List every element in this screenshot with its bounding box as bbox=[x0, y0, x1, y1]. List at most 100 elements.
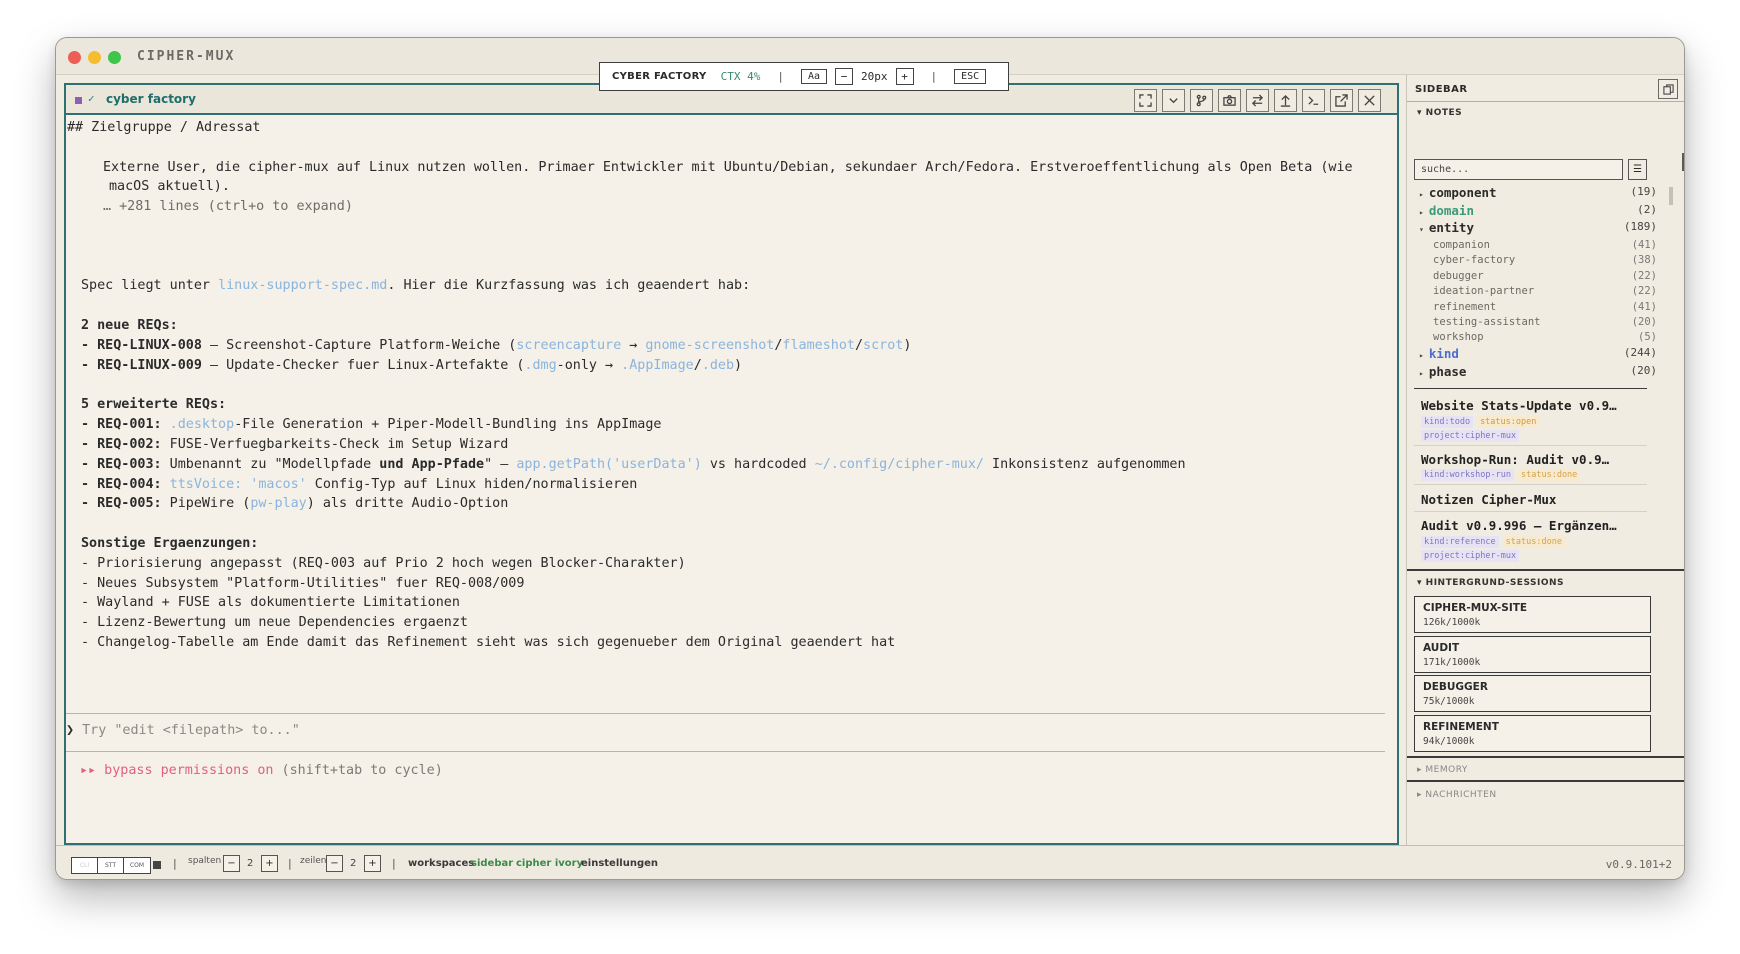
output-line: - REQ-001: .desktop-File Generation + Pi… bbox=[81, 417, 662, 432]
rows-decrease-button[interactable]: − bbox=[326, 855, 343, 872]
font-size-value: 20px bbox=[861, 70, 888, 83]
fullscreen-icon[interactable] bbox=[1134, 89, 1157, 112]
divider bbox=[1414, 484, 1647, 485]
status-bar: CLI STT COM | spalten − 2 + | zeilen − 2… bbox=[56, 845, 1684, 879]
pane-overlay-toolbar: CYBER FACTORY CTX 4% | Aa − 20px + | ESC bbox=[599, 62, 1009, 91]
zoom-window-button[interactable] bbox=[108, 51, 121, 64]
note-title[interactable]: Website Stats-Update v0.9… bbox=[1421, 398, 1617, 413]
output-line: - Changelog-Tabelle am Ende damit das Re… bbox=[81, 635, 896, 650]
font-increase-button[interactable]: + bbox=[895, 68, 914, 85]
workspaces-link[interactable]: workspaces bbox=[408, 858, 474, 869]
note-tags: kind:reference status:done bbox=[1421, 536, 1565, 548]
upload-icon[interactable] bbox=[1274, 89, 1297, 112]
output-line: Spec liegt unter linux-support-spec.md. … bbox=[81, 278, 751, 293]
swap-icon[interactable] bbox=[1246, 89, 1269, 112]
tree-child-item[interactable]: cyber-factory (38) bbox=[1433, 254, 1657, 266]
bypass-status[interactable]: ▸▸ bypass permissions on (shift+tab to c… bbox=[80, 763, 443, 778]
tree-item-kind[interactable]: ▸ kind (244) bbox=[1419, 346, 1657, 361]
chevron-down-icon[interactable] bbox=[1162, 89, 1185, 112]
section-heading: 2 neue REQs: bbox=[81, 318, 178, 333]
background-sessions-header[interactable]: ▾ HINTERGRUND-SESSIONS bbox=[1417, 578, 1564, 588]
close-icon[interactable] bbox=[1358, 89, 1381, 112]
background-session[interactable]: DEBUGGER 75k/1000k bbox=[1414, 675, 1651, 712]
session-name[interactable]: cyber factory bbox=[106, 92, 196, 106]
pane-toolbar bbox=[1134, 89, 1381, 112]
app-window: CIPHER-MUX ✓ cyber factory ## Zielgruppe… bbox=[55, 37, 1685, 880]
tree-child-item[interactable]: refinement (41) bbox=[1433, 301, 1657, 313]
prompt-input[interactable]: ❯ Try "edit <filepath> to..." bbox=[66, 723, 300, 738]
terminal-output: ## Zielgruppe / Adressat Externe User, d… bbox=[66, 115, 1397, 687]
close-window-button[interactable] bbox=[68, 51, 81, 64]
tree-item-component[interactable]: ▸ component (19) bbox=[1419, 185, 1657, 200]
mode-cli[interactable]: CLI bbox=[72, 858, 98, 873]
camera-icon[interactable] bbox=[1218, 89, 1241, 112]
section-heading: 5 erweiterte REQs: bbox=[81, 397, 227, 412]
app-title: CIPHER-MUX bbox=[137, 49, 236, 64]
background-session[interactable]: REFINEMENT 94k/1000k bbox=[1414, 715, 1651, 752]
notes-search-input[interactable]: suche... bbox=[1414, 159, 1623, 180]
tree-item-phase[interactable]: ▸ phase (20) bbox=[1419, 364, 1657, 379]
context-usage: CTX 4% bbox=[720, 70, 761, 83]
note-tags: project:cipher-mux bbox=[1421, 550, 1520, 562]
output-line: - REQ-LINUX-008 — Screenshot-Capture Pla… bbox=[81, 338, 912, 353]
output-line: - Lizenz-Bewertung um neue Dependencies … bbox=[81, 615, 468, 630]
file-link[interactable]: linux-support-spec.md bbox=[218, 278, 387, 293]
mode-switch[interactable]: CLI STT COM bbox=[71, 857, 151, 874]
background-session[interactable]: CIPHER-MUX-SITE 126k/1000k bbox=[1414, 596, 1651, 633]
rows-increase-button[interactable]: + bbox=[364, 855, 381, 872]
divider bbox=[66, 713, 1385, 714]
tree-child-item[interactable]: testing-assistant (20) bbox=[1433, 316, 1657, 328]
notes-section-header[interactable]: ▾ NOTES bbox=[1417, 108, 1462, 118]
list-menu-icon[interactable]: ☰ bbox=[1628, 159, 1647, 180]
mode-stt[interactable]: STT bbox=[98, 858, 124, 873]
sidebar-header: SIDEBAR bbox=[1407, 75, 1684, 102]
section-heading: Sonstige Ergaenzungen: bbox=[81, 536, 259, 551]
font-decrease-button[interactable]: − bbox=[835, 68, 854, 85]
minimize-window-button[interactable] bbox=[88, 51, 101, 64]
divider bbox=[1414, 511, 1647, 512]
stop-icon[interactable] bbox=[153, 861, 161, 869]
columns-decrease-button[interactable]: − bbox=[223, 855, 240, 872]
sidebar-toggle[interactable]: sidebar bbox=[471, 858, 513, 869]
background-session[interactable]: AUDIT 171k/1000k bbox=[1414, 636, 1651, 673]
separator: | bbox=[288, 857, 292, 870]
expand-hint[interactable]: … +281 lines (ctrl+o to expand) bbox=[103, 196, 353, 218]
note-title[interactable]: Audit v0.9.996 — Ergänzen… bbox=[1421, 518, 1617, 533]
output-line: - REQ-005: PipeWire (pw-play) als dritte… bbox=[81, 496, 509, 511]
mode-com[interactable]: COM bbox=[124, 858, 150, 873]
note-tags: project:cipher-mux bbox=[1421, 430, 1520, 442]
terminal-pane[interactable]: ✓ cyber factory ## Zielgruppe / Adressat… bbox=[64, 83, 1399, 845]
messages-section-header[interactable]: ▸ NACHRICHTEN bbox=[1417, 790, 1497, 800]
tree-child-item[interactable]: companion (41) bbox=[1433, 239, 1657, 251]
tree-child-item[interactable]: debugger (22) bbox=[1433, 270, 1657, 282]
settings-link[interactable]: einstellungen bbox=[581, 858, 658, 869]
columns-increase-button[interactable]: + bbox=[261, 855, 278, 872]
terminal-icon[interactable] bbox=[1302, 89, 1325, 112]
section-divider bbox=[1407, 569, 1684, 571]
rows-value: 2 bbox=[350, 858, 357, 869]
overlay-title: CYBER FACTORY bbox=[612, 71, 707, 82]
sidebar-scrollbar[interactable] bbox=[1682, 153, 1684, 171]
prompt-placeholder: Try "edit <filepath> to..." bbox=[74, 723, 300, 738]
font-button[interactable]: Aa bbox=[800, 69, 828, 84]
output-line: - REQ-LINUX-009 — Update-Checker fuer Li… bbox=[81, 358, 743, 373]
note-title[interactable]: Workshop-Run: Audit v0.9… bbox=[1421, 452, 1609, 467]
external-link-icon[interactable] bbox=[1330, 89, 1353, 112]
git-branch-icon[interactable] bbox=[1190, 89, 1213, 112]
tree-child-item[interactable]: workshop (5) bbox=[1433, 331, 1657, 343]
copy-icon[interactable] bbox=[1658, 79, 1678, 99]
output-line: ## Zielgruppe / Adressat bbox=[67, 120, 261, 135]
tree-item-domain[interactable]: ▸ domain (2) bbox=[1419, 203, 1657, 218]
escape-button[interactable]: ESC bbox=[954, 69, 987, 84]
tree-item-entity[interactable]: ▾ entity (189) bbox=[1419, 220, 1657, 235]
note-title[interactable]: Notizen Cipher-Mux bbox=[1421, 492, 1556, 507]
theme-selector[interactable]: cipher ivory bbox=[516, 858, 583, 869]
columns-label: spalten bbox=[188, 856, 222, 866]
tree-child-item[interactable]: ideation-partner (22) bbox=[1433, 285, 1657, 297]
tree-scrollbar[interactable] bbox=[1669, 187, 1673, 205]
output-line: - REQ-003: Umbenannt zu "Modellpfade und… bbox=[81, 457, 1186, 472]
section-divider bbox=[1407, 780, 1684, 782]
separator: | bbox=[930, 70, 938, 83]
divider bbox=[66, 751, 1385, 752]
memory-section-header[interactable]: ▸ MEMORY bbox=[1417, 765, 1468, 775]
